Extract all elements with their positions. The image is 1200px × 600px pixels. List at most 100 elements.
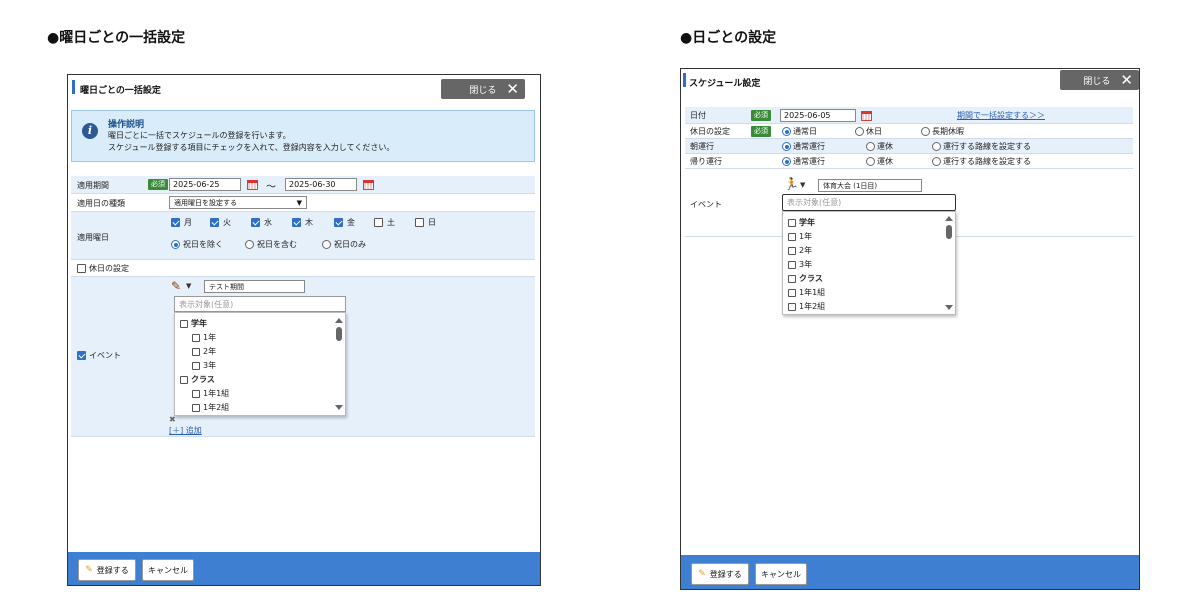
holiday-setting-row: 休日の設定 (71, 260, 535, 277)
return-route-radio[interactable] (932, 157, 941, 166)
return-suspend-radio[interactable] (866, 157, 875, 166)
cancel-button[interactable]: キャンセル (755, 563, 807, 585)
list-item[interactable]: クラス (788, 273, 823, 284)
day-type-select[interactable]: 適用曜日を設定する ▼ (169, 196, 307, 209)
list-item-checkbox[interactable] (192, 347, 200, 356)
date-input[interactable]: 2025-06-05 (780, 109, 856, 122)
weekday-checkbox-wed[interactable] (251, 218, 260, 227)
dialog-footer: ✎ 登録する キャンセル (68, 552, 540, 585)
list-item-checkbox[interactable] (192, 403, 200, 412)
day-type-selected: 適用曜日を設定する (174, 198, 237, 207)
register-button[interactable]: ✎ 登録する (691, 563, 749, 585)
runner-icon[interactable]: 🏃 (784, 178, 799, 190)
holiday-include-label: 祝日を含む (257, 240, 297, 249)
event-target-input[interactable]: 表示対象(任意) (782, 194, 956, 211)
list-item-checkbox[interactable] (192, 361, 200, 370)
weekday-checkbox-thu[interactable] (292, 218, 301, 227)
period-end-input[interactable]: 2025-06-30 (285, 178, 357, 191)
morning-normal-label: 通常運行 (793, 142, 825, 151)
event-target-list[interactable]: 学年 1年 2年 3年 クラス 1年1組 1年2組 (782, 211, 956, 315)
cancel-button[interactable]: キャンセル (142, 559, 194, 581)
date-row: 日付 必須 2025-06-05 期間で一括設定する＞＞ (685, 107, 1133, 124)
pencil-icon[interactable]: ✎ (171, 280, 181, 292)
close-button[interactable]: 閉じる ✕ (441, 79, 525, 99)
list-item[interactable]: 1年1組 (788, 287, 825, 298)
morning-suspend-radio[interactable] (866, 142, 875, 151)
return-normal-radio[interactable] (782, 157, 791, 166)
list-item-checkbox[interactable] (788, 260, 796, 269)
list-item-checkbox[interactable] (788, 274, 796, 283)
list-item[interactable]: 2年 (192, 346, 216, 357)
instruction-line2: スケジュール登録する項目にチェックを入れて、登録内容を入力してください。 (108, 143, 395, 152)
scroll-up-icon[interactable] (945, 216, 953, 221)
event-checkbox[interactable] (77, 351, 86, 360)
weekday-label-sun: 日 (428, 218, 436, 227)
list-item-checkbox[interactable] (180, 375, 188, 384)
list-item[interactable]: 3年 (192, 360, 216, 371)
weekday-checkbox-sun[interactable] (415, 218, 424, 227)
list-item-checkbox[interactable] (788, 232, 796, 241)
long-vacation-radio[interactable] (921, 127, 930, 136)
close-button[interactable]: 閉じる ✕ (1060, 70, 1139, 90)
calendar-icon[interactable] (363, 180, 374, 190)
bulk-period-link[interactable]: 期間で一括設定する＞＞ (957, 110, 1045, 121)
weekdays-label: 適用曜日 (77, 233, 109, 242)
weekday-checkbox-mon[interactable] (171, 218, 180, 227)
scroll-down-icon[interactable] (945, 305, 953, 310)
scroll-up-icon[interactable] (335, 318, 343, 323)
scroll-down-icon[interactable] (335, 405, 343, 410)
list-item-checkbox[interactable] (788, 302, 796, 311)
chevron-down-icon[interactable]: ▼ (186, 282, 191, 290)
holiday-exclude-radio[interactable] (171, 240, 180, 249)
list-item[interactable]: 2年 (788, 245, 812, 256)
normal-day-radio[interactable] (782, 127, 791, 136)
list-item[interactable]: 1年 (192, 332, 216, 343)
event-name-input[interactable]: 体育大会 (1日目) (818, 179, 922, 192)
add-event-link[interactable]: [＋] 追加 (169, 425, 202, 436)
list-item[interactable]: クラス (180, 374, 215, 385)
list-item-checkbox[interactable] (788, 218, 796, 227)
list-item[interactable]: 1年 (788, 231, 812, 242)
pencil-icon: ✎ (85, 565, 93, 575)
list-item-checkbox[interactable] (788, 288, 796, 297)
event-name-input[interactable]: テスト期間 (204, 280, 305, 293)
list-item-checkbox[interactable] (192, 333, 200, 342)
holiday-include-radio[interactable] (245, 240, 254, 249)
morning-normal-radio[interactable] (782, 142, 791, 151)
morning-route-radio[interactable] (932, 142, 941, 151)
list-item[interactable]: 学年 (788, 217, 815, 228)
chevron-down-icon[interactable]: ▼ (800, 181, 805, 189)
list-item[interactable]: 1年2組 (192, 402, 229, 413)
list-item-checkbox[interactable] (180, 319, 188, 328)
remove-event-icon[interactable]: ✖ (169, 415, 176, 424)
register-label: 登録する (709, 569, 742, 579)
holiday-only-radio[interactable] (322, 240, 331, 249)
calendar-icon[interactable] (861, 111, 872, 121)
weekday-checkbox-fri[interactable] (334, 218, 343, 227)
weekday-checkbox-sat[interactable] (374, 218, 383, 227)
period-start-input[interactable]: 2025-06-25 (169, 178, 241, 191)
weekday-checkbox-tue[interactable] (210, 218, 219, 227)
list-item[interactable]: 1年2組 (788, 301, 825, 312)
period-row: 適用期間 必須 2025-06-25 ～ 2025-06-30 (71, 176, 535, 194)
calendar-icon[interactable] (247, 180, 258, 190)
list-item[interactable]: 1年1組 (192, 388, 229, 399)
event-row: イベント ✎ ▼ テスト期間 表示対象(任意) 学年 1年 2年 3年 クラス … (71, 277, 535, 437)
list-item[interactable]: 学年 (180, 318, 207, 329)
event-target-list[interactable]: 学年 1年 2年 3年 クラス 1年1組 1年2組 (174, 312, 346, 416)
list-item-checkbox[interactable] (192, 389, 200, 398)
scrollbar-thumb[interactable] (336, 327, 342, 341)
holiday-radio[interactable] (855, 127, 864, 136)
list-item-checkbox[interactable] (788, 246, 796, 255)
required-badge: 必須 (751, 110, 771, 121)
return-normal-label: 通常運行 (793, 157, 825, 166)
day-type-label: 適用日の種類 (77, 199, 125, 208)
pencil-icon: ✎ (698, 569, 706, 579)
holiday-setting-checkbox[interactable] (77, 264, 86, 273)
weekday-label-mon: 月 (184, 218, 192, 227)
list-item[interactable]: 3年 (788, 259, 812, 270)
event-label: イベント (690, 200, 722, 209)
register-button[interactable]: ✎ 登録する (78, 559, 136, 581)
scrollbar-thumb[interactable] (946, 225, 952, 239)
event-target-input[interactable]: 表示対象(任意) (174, 296, 346, 312)
